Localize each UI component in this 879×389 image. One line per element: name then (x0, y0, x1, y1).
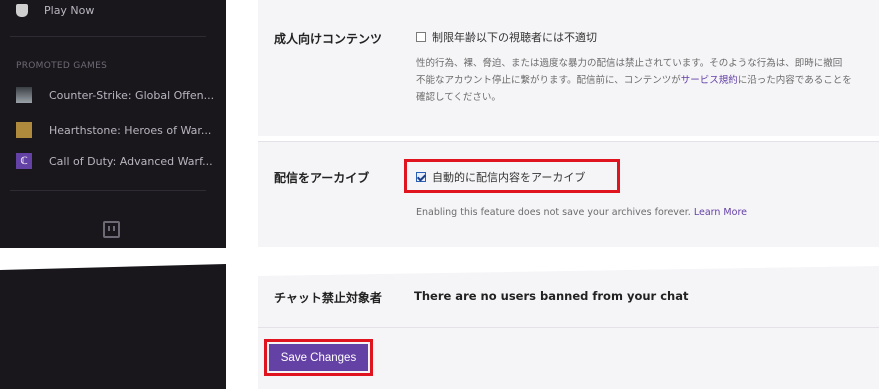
mature-checkbox-label: 制限年齢以下の視聴者には不適切 (432, 31, 597, 44)
section-divider (258, 327, 879, 328)
mature-description: 性的行為、裸、脅迫、または過度な暴力の配信は禁止されています。そのような行為は、… (416, 55, 866, 106)
mature-content-label: 成人向けコンテンツ (274, 32, 383, 46)
sidebar-item-game[interactable]: ℂ Call of Duty: Advanced Warf... (16, 153, 213, 169)
archive-note-text: Enabling this feature does not save your… (416, 207, 691, 218)
desc-line: 確認してください。 (416, 92, 501, 103)
sidebar-divider (10, 190, 206, 191)
archive-label: 配信をアーカイブ (274, 171, 370, 185)
sidebar-lower (0, 264, 226, 389)
archive-note: Enabling this feature does not save your… (416, 207, 747, 218)
cod-thumbnail-icon: ℂ (16, 153, 32, 169)
game-name: Counter-Strike: Global Offen... (49, 88, 215, 102)
section-divider (258, 141, 879, 142)
mature-checkbox[interactable] (416, 32, 426, 42)
desc-line: 性的行為、裸、脅迫、または過度な暴力の配信は禁止されています。そのような行為は、… (416, 58, 843, 69)
twitch-logo-icon[interactable] (103, 221, 120, 238)
mature-checkbox-row[interactable]: 制限年齢以下の視聴者には不適切 (416, 29, 597, 45)
controller-icon (16, 4, 28, 17)
sidebar-item-game[interactable]: Counter-Strike: Global Offen... (16, 87, 214, 103)
desc-line: 不能なアカウント停止に繋がります。配信前に、コンテンツがサービス規約に沿った内容… (416, 72, 866, 89)
banned-users-message: There are no users banned from your chat (414, 289, 689, 303)
promoted-games-header: PROMOTED GAMES (16, 61, 108, 71)
sidebar-divider (10, 36, 206, 37)
game-name: Call of Duty: Advanced Warf... (49, 154, 213, 168)
play-now-label: Play Now (44, 4, 95, 17)
save-highlight-box (264, 339, 373, 376)
sidebar-item-game[interactable]: Hearthstone: Heroes of War... (16, 122, 211, 138)
terms-of-service-link[interactable]: サービス規約 (681, 75, 738, 86)
archive-section: 配信をアーカイブ 自動的に配信内容をアーカイブ Enabling this fe… (258, 141, 879, 247)
banned-users-label: チャット禁止対象者 (274, 291, 382, 305)
mature-content-section: 成人向けコンテンツ 制限年齢以下の視聴者には不適切 性的行為、裸、脅迫、または過… (258, 0, 879, 136)
hearthstone-thumbnail-icon (16, 122, 32, 138)
archive-highlight-box (404, 159, 620, 193)
sidebar-item-play-now[interactable]: Play Now (16, 4, 94, 17)
learn-more-link[interactable]: Learn More (694, 207, 747, 218)
sidebar: Play Now PROMOTED GAMES Counter-Strike: … (0, 0, 226, 248)
cs-go-thumbnail-icon (16, 87, 32, 103)
game-name: Hearthstone: Heroes of War... (49, 123, 212, 137)
desc-text: に沿った内容であることを (737, 75, 852, 86)
desc-text: 不能なアカウント停止に繋がります。配信前に、コンテンツが (416, 75, 681, 86)
